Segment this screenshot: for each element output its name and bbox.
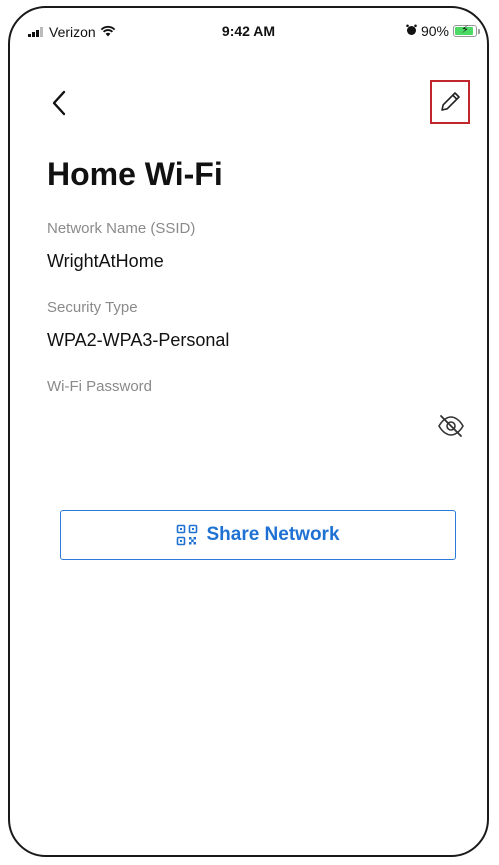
alarm-icon: [406, 23, 417, 39]
page-title: Home Wi-Fi: [47, 156, 223, 192]
phone-frame: Verizon 9:42 AM 90% ⚡ Home Wi-Fi Network…: [8, 6, 489, 857]
pencil-icon: [441, 92, 460, 111]
password-visibility-toggle[interactable]: [436, 412, 466, 440]
qr-code-icon: [177, 524, 198, 546]
ssid-value: WrightAtHome: [47, 251, 164, 271]
password-label: Wi-Fi Password: [47, 378, 153, 395]
eye-off-icon: [438, 415, 464, 437]
share-network-label: Share Network: [206, 524, 340, 545]
ssid-label: Network Name (SSID): [47, 220, 196, 237]
battery-charging-icon: ⚡: [453, 24, 480, 37]
back-button[interactable]: [48, 88, 72, 118]
status-right: 90% ⚡: [406, 23, 480, 39]
status-bar: Verizon 9:42 AM 90% ⚡: [10, 8, 487, 52]
battery-percent: 90%: [420, 23, 449, 39]
security-type-label: Security Type: [47, 299, 138, 316]
share-network-button[interactable]: Share Network: [60, 510, 456, 560]
edit-button[interactable]: [430, 80, 470, 124]
security-type-value: WPA2-WPA3-Personal: [47, 330, 230, 350]
chevron-left-icon: [52, 90, 66, 116]
